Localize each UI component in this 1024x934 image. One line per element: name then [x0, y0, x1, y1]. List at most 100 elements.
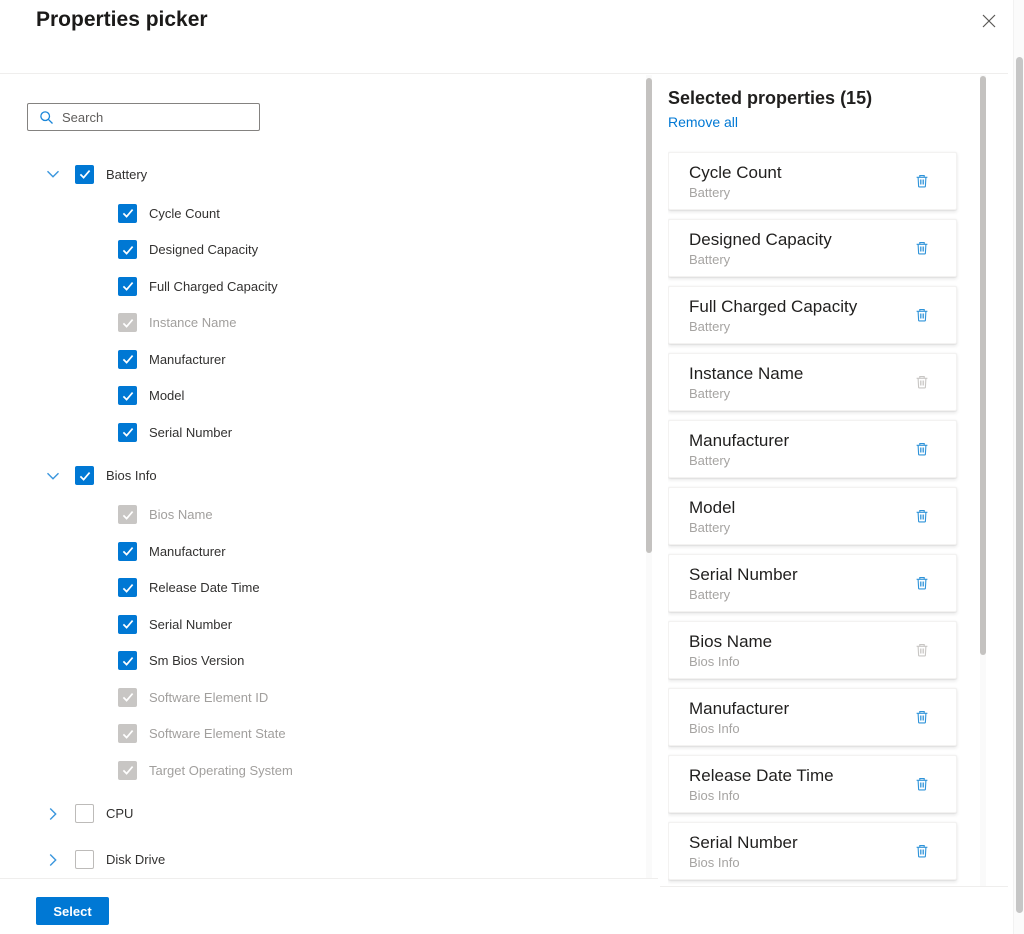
- trash-icon: [914, 843, 930, 859]
- delete-icon[interactable]: [912, 573, 932, 593]
- item-checkbox[interactable]: [118, 578, 137, 597]
- properties-picker-dialog: Properties picker BatteryCycle CountDesi…: [0, 0, 1024, 934]
- left-panel-scrollbar[interactable]: [646, 75, 652, 878]
- tree-group-cpu[interactable]: CPU: [0, 793, 646, 835]
- selected-property-card: Instance NameBattery: [668, 353, 957, 411]
- selected-property-card: Full Charged CapacityBattery: [668, 286, 957, 344]
- selected-property-card: Manufacturer Battery: [668, 420, 957, 478]
- item-checkbox[interactable]: [118, 204, 137, 223]
- chevron-right-icon[interactable]: [44, 806, 62, 822]
- delete-icon[interactable]: [912, 238, 932, 258]
- item-checkbox[interactable]: [118, 350, 137, 369]
- tree-group-bios-info[interactable]: Bios Info: [0, 455, 646, 497]
- tree-item-label: Bios Name: [149, 507, 213, 522]
- item-checkbox[interactable]: [118, 615, 137, 634]
- group-checkbox[interactable]: [75, 850, 94, 869]
- card-category: Battery: [689, 252, 912, 267]
- page-scrollbar-thumb[interactable]: [1016, 57, 1023, 913]
- tree-item-manufacturer[interactable]: Manufacturer: [0, 533, 646, 570]
- delete-icon[interactable]: [912, 774, 932, 794]
- selected-properties-panel: Selected properties (15) Remove all Cycl…: [668, 74, 968, 886]
- tree-item-instance-name: Instance Name: [0, 305, 646, 342]
- select-button[interactable]: Select: [36, 897, 109, 925]
- card-category: Battery: [689, 453, 912, 468]
- selected-property-card: Cycle Count Battery: [668, 152, 957, 210]
- tree-group-battery[interactable]: Battery: [0, 153, 646, 195]
- tree-item-model[interactable]: Model: [0, 378, 646, 415]
- item-checkbox[interactable]: [118, 423, 137, 442]
- tree-group-disk-drive[interactable]: Disk Drive: [0, 839, 646, 879]
- tree-item-software-element-state: Software Element State: [0, 716, 646, 753]
- delete-icon[interactable]: [912, 841, 932, 861]
- properties-tree-panel: Battery Cycle Count Designed CapacityFull …: [0, 74, 646, 878]
- chevron-right-icon: [45, 852, 61, 868]
- group-checkbox[interactable]: [75, 804, 94, 823]
- left-scrollbar-thumb[interactable]: [646, 78, 652, 553]
- check-icon: [120, 653, 136, 669]
- card-category: Battery: [689, 520, 912, 535]
- selected-property-card: ManufacturerBios Info: [668, 688, 957, 746]
- tree-item-full-charged-capacity[interactable]: Full Charged Capacity: [0, 268, 646, 305]
- item-checkbox: [118, 688, 137, 707]
- card-title: Manufacturer: [689, 698, 912, 719]
- selected-property-cards: Cycle CountBatteryDesigned CapacityBatte…: [668, 152, 957, 880]
- item-checkbox[interactable]: [118, 277, 137, 296]
- trash-icon: [914, 776, 930, 792]
- delete-icon[interactable]: [912, 707, 932, 727]
- item-checkbox[interactable]: [118, 542, 137, 561]
- group-checkbox[interactable]: [75, 165, 94, 184]
- right-scrollbar-thumb[interactable]: [980, 76, 986, 655]
- selected-property-card: Serial NumberBattery: [668, 554, 957, 612]
- card-text: Designed CapacityBattery: [669, 229, 912, 266]
- item-checkbox[interactable]: [118, 651, 137, 670]
- trash-icon: [914, 307, 930, 323]
- card-category: Battery: [689, 185, 912, 200]
- tree-item-serial-number[interactable]: Serial Number: [0, 606, 646, 643]
- tree-item-designed-capacity[interactable]: Designed Capacity: [0, 232, 646, 269]
- properties-tree: Battery Cycle Count Designed CapacityFull …: [0, 153, 646, 878]
- tree-group-label: Battery: [106, 167, 147, 182]
- selected-property-card: ModelBattery: [668, 487, 957, 545]
- selected-property-card: Release Date TimeBios Info: [668, 755, 957, 813]
- tree-item-cycle-count[interactable]: Cycle Count: [0, 195, 646, 232]
- delete-icon[interactable]: [912, 506, 932, 526]
- check-icon: [120, 315, 136, 331]
- item-checkbox[interactable]: [118, 240, 137, 259]
- delete-icon[interactable]: [912, 171, 932, 191]
- card-text: Cycle Count Battery: [669, 162, 912, 199]
- tree-item-label: Cycle Count: [149, 206, 220, 221]
- close-icon[interactable]: [978, 10, 1000, 32]
- item-checkbox[interactable]: [118, 386, 137, 405]
- tree-item-sm-bios-version[interactable]: Sm Bios Version: [0, 643, 646, 680]
- card-text: Manufacturer Battery: [669, 430, 912, 467]
- tree-item-release-date-time[interactable]: Release Date Time: [0, 570, 646, 607]
- card-title: Release Date Time: [689, 765, 912, 786]
- check-icon: [120, 278, 136, 294]
- check-icon: [120, 543, 136, 559]
- chevron-right-icon[interactable]: [44, 852, 62, 868]
- remove-all-link[interactable]: Remove all: [668, 114, 738, 130]
- chevron-down-icon[interactable]: [44, 166, 62, 182]
- group-checkbox[interactable]: [75, 466, 94, 485]
- delete-icon[interactable]: [912, 305, 932, 325]
- delete-icon[interactable]: [912, 439, 932, 459]
- item-checkbox: [118, 313, 137, 332]
- search-box[interactable]: [27, 103, 260, 131]
- tree-item-target-operating-system: Target Operating System: [0, 752, 646, 789]
- card-title: Manufacturer: [689, 430, 912, 451]
- search-input[interactable]: [62, 110, 242, 125]
- check-icon: [120, 580, 136, 596]
- tree-item-manufacturer[interactable]: Manufacturer: [0, 341, 646, 378]
- close-x-glyph: [982, 14, 996, 28]
- right-panel-scrollbar[interactable]: [980, 75, 986, 886]
- tree-item-serial-number[interactable]: Serial Number: [0, 414, 646, 451]
- check-icon: [120, 205, 136, 221]
- check-icon: [120, 616, 136, 632]
- chevron-right-icon: [45, 806, 61, 822]
- card-title: Cycle Count: [689, 162, 912, 183]
- check-icon: [77, 166, 93, 182]
- page-scrollbar[interactable]: [1013, 0, 1024, 934]
- selected-property-card: Serial NumberBios Info: [668, 822, 957, 880]
- tree-group-label: Bios Info: [106, 468, 157, 483]
- chevron-down-icon[interactable]: [44, 468, 62, 484]
